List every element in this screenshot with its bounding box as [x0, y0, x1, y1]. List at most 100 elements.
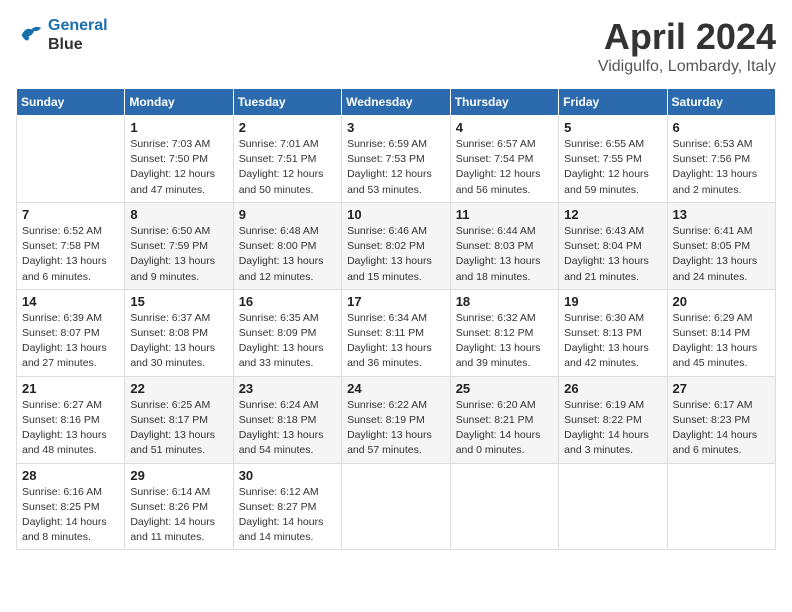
- calendar-cell: 11Sunrise: 6:44 AMSunset: 8:03 PMDayligh…: [450, 202, 558, 289]
- calendar-cell: 30Sunrise: 6:12 AMSunset: 8:27 PMDayligh…: [233, 463, 341, 550]
- day-info: Sunrise: 6:48 AMSunset: 8:00 PMDaylight:…: [239, 224, 336, 285]
- day-info: Sunrise: 6:37 AMSunset: 8:08 PMDaylight:…: [130, 311, 227, 372]
- calendar-cell: [342, 463, 451, 550]
- weekday-header: Monday: [125, 89, 233, 116]
- day-info: Sunrise: 6:17 AMSunset: 8:23 PMDaylight:…: [673, 398, 770, 459]
- day-number: 30: [239, 468, 336, 483]
- weekday-header: Thursday: [450, 89, 558, 116]
- day-info: Sunrise: 6:55 AMSunset: 7:55 PMDaylight:…: [564, 137, 661, 198]
- calendar-cell: [450, 463, 558, 550]
- day-number: 5: [564, 120, 661, 135]
- day-info: Sunrise: 6:52 AMSunset: 7:58 PMDaylight:…: [22, 224, 119, 285]
- day-info: Sunrise: 6:14 AMSunset: 8:26 PMDaylight:…: [130, 485, 227, 546]
- calendar-week-row: 7 Sunrise: 6:52 AMSunset: 7:58 PMDaylight…: [17, 202, 776, 289]
- day-info: Sunrise: 6:43 AMSunset: 8:04 PMDaylight:…: [564, 224, 661, 285]
- calendar-cell: 10 Sunrise: 6:46 AMSunset: 8:02 PMDayligh…: [342, 202, 451, 289]
- calendar-cell: 2Sunrise: 7:01 AMSunset: 7:51 PMDaylight…: [233, 116, 341, 203]
- day-info: Sunrise: 6:24 AMSunset: 8:18 PMDaylight:…: [239, 398, 336, 459]
- calendar-cell: 25 Sunrise: 6:20 AMSunset: 8:21 PMDayligh…: [450, 376, 558, 463]
- calendar-cell: [17, 116, 125, 203]
- day-number: 17: [347, 294, 445, 309]
- day-info: Sunrise: 6:20 AMSunset: 8:21 PMDaylight:…: [456, 398, 553, 459]
- day-number: 23: [239, 381, 336, 396]
- day-number: 6: [673, 120, 770, 135]
- day-number: 26: [564, 381, 661, 396]
- day-info: Sunrise: 6:39 AMSunset: 8:07 PMDaylight:…: [22, 311, 119, 372]
- day-number: 9: [239, 207, 336, 222]
- day-info: Sunrise: 6:46 AMSunset: 8:02 PMDaylight:…: [347, 224, 445, 285]
- calendar-cell: 16 Sunrise: 6:35 AMSunset: 8:09 PMDayligh…: [233, 289, 341, 376]
- calendar-cell: 7 Sunrise: 6:52 AMSunset: 7:58 PMDaylight…: [17, 202, 125, 289]
- day-number: 2: [239, 120, 336, 135]
- weekday-header: Friday: [559, 89, 667, 116]
- calendar-cell: 14 Sunrise: 6:39 AMSunset: 8:07 PMDayligh…: [17, 289, 125, 376]
- calendar-cell: 9 Sunrise: 6:48 AMSunset: 8:00 PMDaylight…: [233, 202, 341, 289]
- page-header: General Blue April 2024 Vidigulfo, Lomba…: [16, 16, 776, 76]
- day-info: Sunrise: 6:59 AMSunset: 7:53 PMDaylight:…: [347, 137, 445, 198]
- day-number: 3: [347, 120, 445, 135]
- day-info: Sunrise: 6:16 AMSunset: 8:25 PMDaylight:…: [22, 485, 119, 546]
- weekday-header: Sunday: [17, 89, 125, 116]
- calendar-cell: [667, 463, 775, 550]
- calendar-cell: 5 Sunrise: 6:55 AMSunset: 7:55 PMDaylight…: [559, 116, 667, 203]
- day-number: 27: [673, 381, 770, 396]
- day-info: Sunrise: 6:35 AMSunset: 8:09 PMDaylight:…: [239, 311, 336, 372]
- day-number: 25: [456, 381, 553, 396]
- calendar-table: SundayMondayTuesdayWednesdayThursdayFrid…: [16, 88, 776, 550]
- calendar-header-row: SundayMondayTuesdayWednesdayThursdayFrid…: [17, 89, 776, 116]
- day-number: 13: [673, 207, 770, 222]
- calendar-cell: 13 Sunrise: 6:41 AMSunset: 8:05 PMDayligh…: [667, 202, 775, 289]
- day-number: 29: [130, 468, 227, 483]
- day-info: Sunrise: 7:03 AMSunset: 7:50 PMDaylight:…: [130, 137, 227, 198]
- day-number: 18: [456, 294, 553, 309]
- day-number: 7: [22, 207, 119, 222]
- day-number: 16: [239, 294, 336, 309]
- day-info: Sunrise: 6:50 AMSunset: 7:59 PMDaylight:…: [130, 224, 227, 285]
- calendar-cell: 17Sunrise: 6:34 AMSunset: 8:11 PMDayligh…: [342, 289, 451, 376]
- day-info: Sunrise: 6:41 AMSunset: 8:05 PMDaylight:…: [673, 224, 770, 285]
- calendar-cell: 15Sunrise: 6:37 AMSunset: 8:08 PMDayligh…: [125, 289, 233, 376]
- day-number: 22: [130, 381, 227, 396]
- calendar-cell: 27 Sunrise: 6:17 AMSunset: 8:23 PMDayligh…: [667, 376, 775, 463]
- calendar-cell: 23 Sunrise: 6:24 AMSunset: 8:18 PMDayligh…: [233, 376, 341, 463]
- calendar-cell: 1 Sunrise: 7:03 AMSunset: 7:50 PMDaylight…: [125, 116, 233, 203]
- day-number: 4: [456, 120, 553, 135]
- month-title: April 2024: [598, 16, 776, 58]
- calendar-week-row: 1 Sunrise: 7:03 AMSunset: 7:50 PMDaylight…: [17, 116, 776, 203]
- day-number: 28: [22, 468, 119, 483]
- title-block: April 2024 Vidigulfo, Lombardy, Italy: [598, 16, 776, 76]
- day-number: 8: [130, 207, 227, 222]
- day-number: 10: [347, 207, 445, 222]
- day-info: Sunrise: 6:22 AMSunset: 8:19 PMDaylight:…: [347, 398, 445, 459]
- calendar-cell: 19 Sunrise: 6:30 AMSunset: 8:13 PMDayligh…: [559, 289, 667, 376]
- day-number: 21: [22, 381, 119, 396]
- day-info: Sunrise: 6:32 AMSunset: 8:12 PMDaylight:…: [456, 311, 553, 372]
- weekday-header: Saturday: [667, 89, 775, 116]
- calendar-cell: 8 Sunrise: 6:50 AMSunset: 7:59 PMDaylight…: [125, 202, 233, 289]
- calendar-cell: 22 Sunrise: 6:25 AMSunset: 8:17 PMDayligh…: [125, 376, 233, 463]
- day-number: 1: [130, 120, 227, 135]
- calendar-week-row: 21Sunrise: 6:27 AMSunset: 8:16 PMDayligh…: [17, 376, 776, 463]
- calendar-cell: 29 Sunrise: 6:14 AMSunset: 8:26 PMDayligh…: [125, 463, 233, 550]
- calendar-cell: [559, 463, 667, 550]
- logo: General Blue: [16, 16, 108, 54]
- calendar-cell: 26 Sunrise: 6:19 AMSunset: 8:22 PMDayligh…: [559, 376, 667, 463]
- day-number: 19: [564, 294, 661, 309]
- weekday-header: Tuesday: [233, 89, 341, 116]
- logo-text: General Blue: [48, 16, 108, 54]
- day-number: 14: [22, 294, 119, 309]
- day-info: Sunrise: 6:57 AMSunset: 7:54 PMDaylight:…: [456, 137, 553, 198]
- location-title: Vidigulfo, Lombardy, Italy: [598, 58, 776, 76]
- calendar-week-row: 14 Sunrise: 6:39 AMSunset: 8:07 PMDayligh…: [17, 289, 776, 376]
- calendar-cell: 21Sunrise: 6:27 AMSunset: 8:16 PMDayligh…: [17, 376, 125, 463]
- day-info: Sunrise: 6:29 AMSunset: 8:14 PMDaylight:…: [673, 311, 770, 372]
- calendar-cell: 18 Sunrise: 6:32 AMSunset: 8:12 PMDayligh…: [450, 289, 558, 376]
- calendar-cell: 4 Sunrise: 6:57 AMSunset: 7:54 PMDaylight…: [450, 116, 558, 203]
- day-info: Sunrise: 6:25 AMSunset: 8:17 PMDaylight:…: [130, 398, 227, 459]
- calendar-cell: 28 Sunrise: 6:16 AMSunset: 8:25 PMDayligh…: [17, 463, 125, 550]
- day-info: Sunrise: 6:44 AMSunset: 8:03 PMDaylight:…: [456, 224, 553, 285]
- calendar-cell: 6Sunrise: 6:53 AMSunset: 7:56 PMDaylight…: [667, 116, 775, 203]
- day-info: Sunrise: 6:30 AMSunset: 8:13 PMDaylight:…: [564, 311, 661, 372]
- day-info: Sunrise: 6:19 AMSunset: 8:22 PMDaylight:…: [564, 398, 661, 459]
- logo-icon: [16, 21, 44, 49]
